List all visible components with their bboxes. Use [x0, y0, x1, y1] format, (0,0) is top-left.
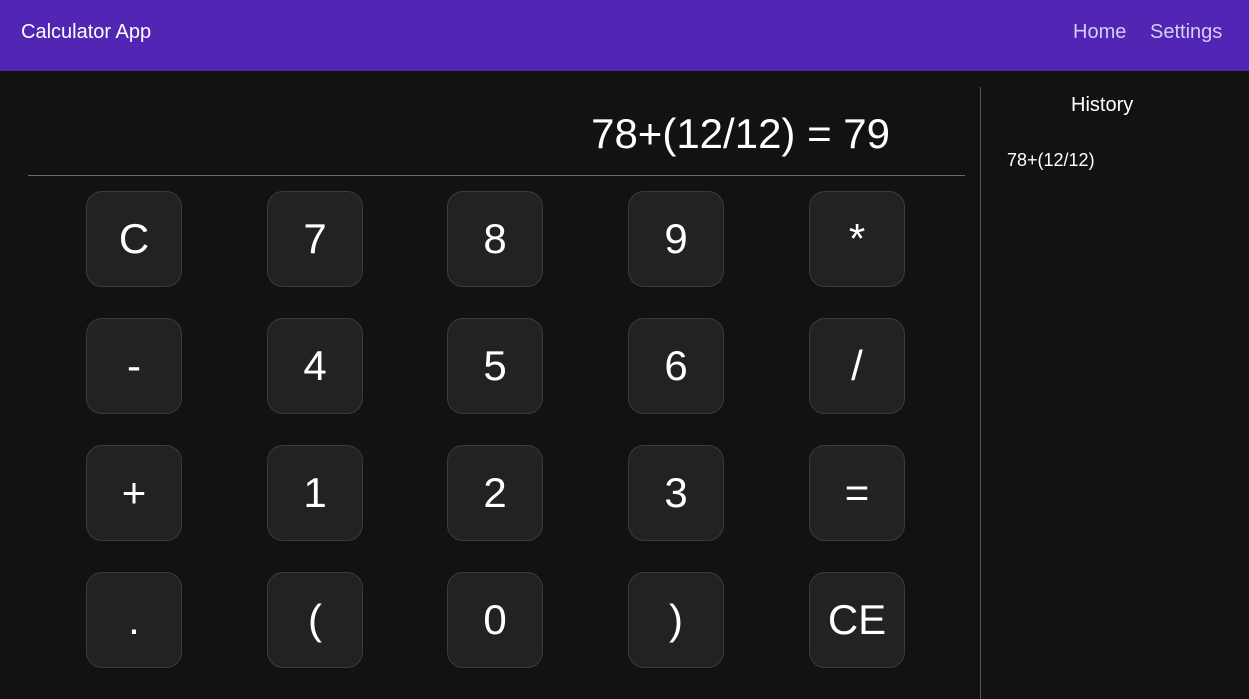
digit-6-button[interactable]: 6 — [628, 318, 724, 414]
equals-button[interactable]: = — [809, 445, 905, 541]
digit-9-button[interactable]: 9 — [628, 191, 724, 287]
nav-home-link[interactable]: Home — [1073, 19, 1126, 45]
digit-3-button[interactable]: 3 — [628, 445, 724, 541]
history-divider — [980, 87, 981, 699]
subtract-button[interactable]: - — [86, 318, 182, 414]
digit-7-button[interactable]: 7 — [267, 191, 363, 287]
multiply-button[interactable]: * — [809, 191, 905, 287]
digit-4-button[interactable]: 4 — [267, 318, 363, 414]
clear-entry-button[interactable]: CE — [809, 572, 905, 668]
history-list: 78+(12/12) — [1007, 149, 1095, 171]
close-paren-button[interactable]: ) — [628, 572, 724, 668]
calculator-main: 78+(12/12) = 79 C 7 8 9 * - 4 5 6 / + 1 … — [0, 71, 1249, 699]
divide-button[interactable]: / — [809, 318, 905, 414]
digit-5-button[interactable]: 5 — [447, 318, 543, 414]
history-item[interactable]: 78+(12/12) — [1007, 149, 1095, 171]
calculator-display: 78+(12/12) = 79 — [28, 71, 965, 176]
digit-2-button[interactable]: 2 — [447, 445, 543, 541]
digit-0-button[interactable]: 0 — [447, 572, 543, 668]
top-app-bar: Calculator App Home Settings — [0, 0, 1249, 71]
nav-settings-link[interactable]: Settings — [1150, 19, 1222, 45]
digit-1-button[interactable]: 1 — [267, 445, 363, 541]
history-title: History — [1071, 94, 1134, 116]
app-title: Calculator App — [21, 21, 152, 43]
display-expression: 78+(12/12) = 79 — [591, 110, 890, 157]
digit-8-button[interactable]: 8 — [447, 191, 543, 287]
open-paren-button[interactable]: ( — [267, 572, 363, 668]
add-button[interactable]: + — [86, 445, 182, 541]
decimal-point-button[interactable]: . — [86, 572, 182, 668]
clear-button[interactable]: C — [86, 191, 182, 287]
